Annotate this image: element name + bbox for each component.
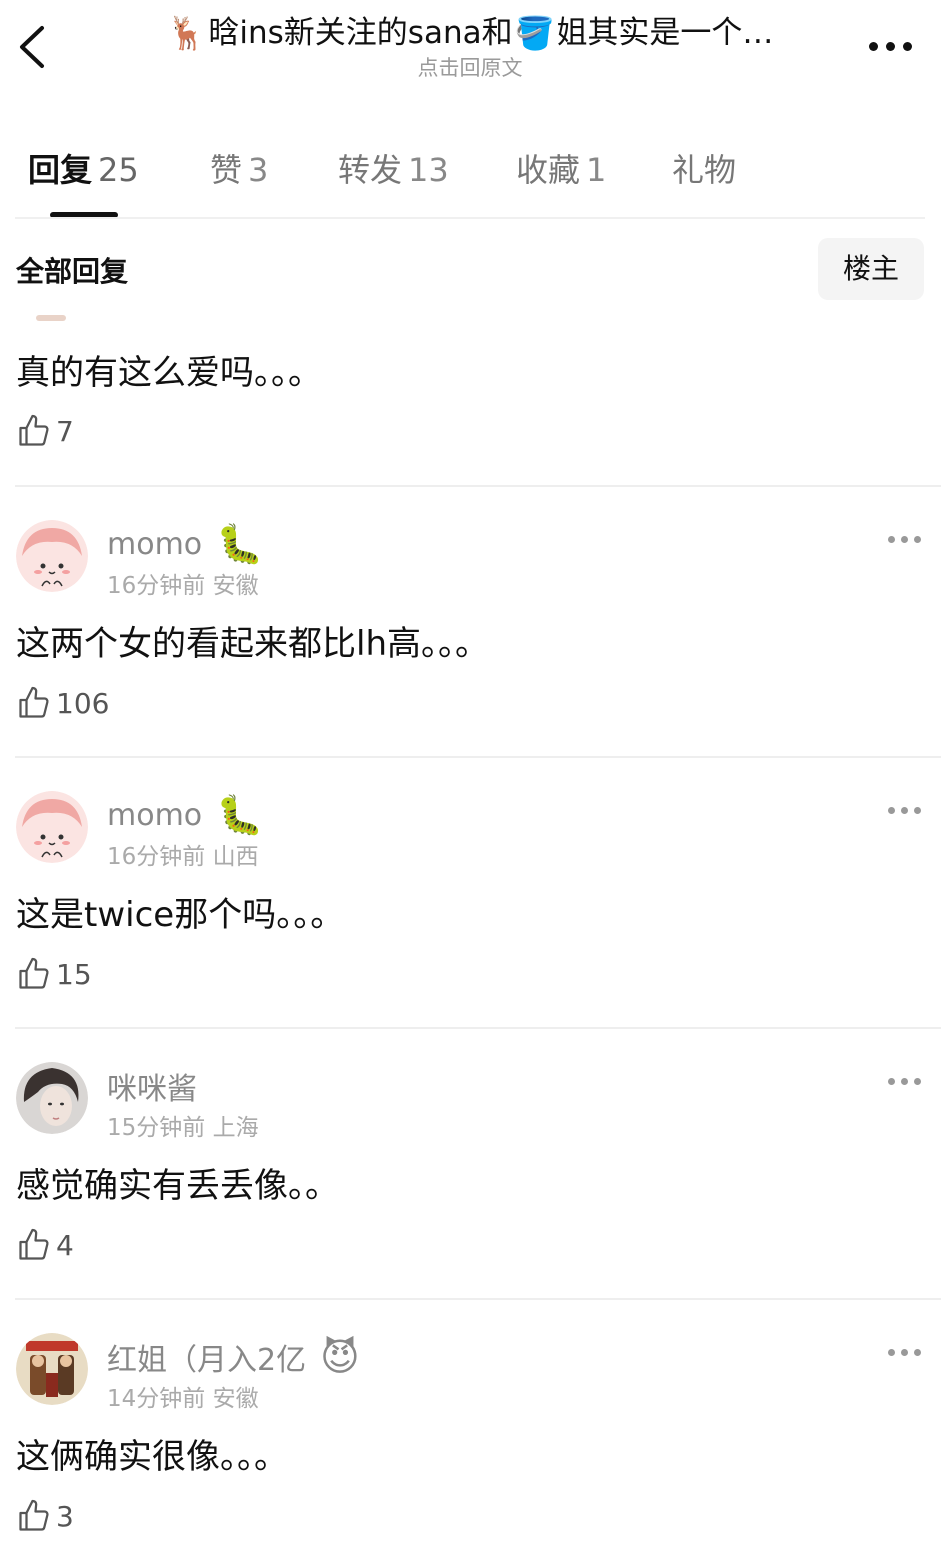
like-count: 7 bbox=[56, 414, 74, 448]
tab-bar: 回复 25 赞3 转发 13 收藏 1 礼物 bbox=[0, 135, 941, 220]
caterpillar-sticker-icon: 🐛 bbox=[216, 793, 264, 837]
tab-reposts[interactable]: 转发 13 bbox=[338, 145, 449, 191]
avatar[interactable] bbox=[16, 1333, 88, 1405]
avatar[interactable] bbox=[36, 315, 66, 321]
like-button[interactable]: 15 bbox=[16, 956, 92, 992]
thumbs-up-icon bbox=[19, 686, 49, 718]
divider bbox=[15, 217, 925, 219]
post-title-area[interactable]: 🦌 晗ins新关注的sana和 🪣 姐其实是一个… 点击回原文 bbox=[120, 8, 820, 82]
comment-text: 这是twice那个吗。。。 bbox=[16, 895, 345, 935]
caterpillar-sticker-icon: 🐛 bbox=[216, 522, 264, 566]
avatar[interactable] bbox=[16, 791, 88, 863]
like-button[interactable]: 7 bbox=[16, 413, 74, 449]
comment-item: momo 🐛 16分钟前 安徽 这两个女的看起来都比lh高。。。 106 bbox=[0, 486, 941, 756]
comment-more-icon[interactable] bbox=[888, 807, 921, 814]
username[interactable]: momo 🐛 bbox=[107, 522, 263, 567]
tab-likes[interactable]: 赞3 bbox=[210, 145, 268, 191]
filter-bar: 全部回复 楼主 bbox=[0, 238, 941, 302]
like-count: 4 bbox=[56, 1228, 74, 1262]
comment-more-icon[interactable] bbox=[888, 1349, 921, 1356]
comment-item: momo 🐛 16分钟前 山西 这是twice那个吗。。。 15 bbox=[0, 757, 941, 1027]
like-button[interactable]: 4 bbox=[16, 1227, 74, 1263]
comment-meta: 14分钟前 安徽 bbox=[107, 1386, 259, 1412]
avatar[interactable] bbox=[16, 1062, 88, 1134]
top-bar: 🦌 晗ins新关注的sana和 🪣 姐其实是一个… 点击回原文 bbox=[0, 0, 941, 100]
thumbs-up-icon bbox=[19, 414, 49, 446]
comment-item: 真的有这么爱吗。。。 7 bbox=[0, 305, 941, 485]
thumbs-up-icon bbox=[19, 1228, 49, 1260]
post-title: 🦌 晗ins新关注的sana和 🪣 姐其实是一个… bbox=[120, 8, 820, 58]
op-only-filter-button[interactable]: 楼主 bbox=[818, 238, 924, 300]
comment-item: 咪咪酱 15分钟前 上海 感觉确实有丢丢像。。 4 bbox=[0, 1028, 941, 1298]
like-count: 3 bbox=[56, 1499, 74, 1533]
post-title-text-2: 姐其实是一个… bbox=[556, 15, 774, 51]
comment-more-icon[interactable] bbox=[888, 536, 921, 543]
like-count: 106 bbox=[56, 686, 110, 720]
tab-gifts[interactable]: 礼物 bbox=[672, 145, 736, 191]
back-arrow-icon[interactable] bbox=[14, 22, 54, 72]
thumbs-up-icon bbox=[19, 1499, 49, 1531]
comment-more-icon[interactable] bbox=[888, 1078, 921, 1085]
comment-meta: 16分钟前 安徽 bbox=[107, 573, 259, 599]
post-title-text-1: 晗ins新关注的sana和 bbox=[208, 15, 513, 51]
thumbs-up-icon bbox=[19, 957, 49, 989]
deer-emoji-icon: 🦌 bbox=[166, 14, 207, 52]
bucket-emoji-icon: 🪣 bbox=[514, 14, 555, 52]
username[interactable]: momo 🐛 bbox=[107, 793, 263, 838]
nezha-sticker-icon: 😈 bbox=[320, 1335, 360, 1379]
comment-text: 这两个女的看起来都比lh高。。。 bbox=[16, 624, 489, 664]
like-button[interactable]: 106 bbox=[16, 685, 109, 721]
comment-meta: 16分钟前 山西 bbox=[107, 844, 259, 870]
all-replies-label: 全部回复 bbox=[16, 255, 129, 288]
comment-text: 真的有这么爱吗。。。 bbox=[16, 353, 322, 393]
comment-item: 红姐（月入2亿 😈 14分钟前 安徽 这俩确实很像。。。 3 bbox=[0, 1299, 941, 1541]
username[interactable]: 咪咪酱 bbox=[107, 1064, 197, 1108]
avatar[interactable] bbox=[16, 520, 88, 592]
tab-replies[interactable]: 回复 25 bbox=[28, 145, 139, 191]
more-options-icon[interactable] bbox=[862, 34, 918, 58]
like-count: 15 bbox=[56, 957, 92, 991]
comment-meta: 15分钟前 上海 bbox=[107, 1115, 259, 1141]
comment-text: 感觉确实有丢丢像。。 bbox=[16, 1166, 339, 1206]
username[interactable]: 红姐（月入2亿 😈 bbox=[107, 1335, 360, 1379]
tab-favorites[interactable]: 收藏 1 bbox=[516, 145, 606, 191]
comment-text: 这俩确实很像。。。 bbox=[16, 1437, 288, 1477]
like-button[interactable]: 3 bbox=[16, 1498, 74, 1534]
